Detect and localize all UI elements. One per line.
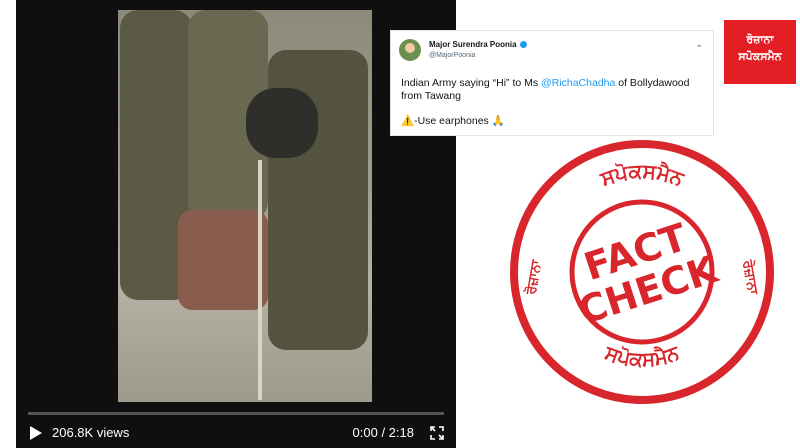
tweet-text: Indian Army saying “Hi” to Ms @RichaChad… xyxy=(401,77,713,128)
warning-icon: ⚠️ xyxy=(401,115,415,127)
pray-icon: 🙏 xyxy=(491,115,505,127)
fullscreen-icon[interactable] xyxy=(430,426,444,445)
logo-line-1: ਰੋਜ਼ਾਨਾ xyxy=(746,34,774,46)
progress-bar[interactable] xyxy=(28,412,444,415)
person-on-ground xyxy=(178,210,268,310)
helmet xyxy=(246,88,318,158)
video-frame[interactable] xyxy=(118,10,372,402)
tweet-author-handle[interactable]: @MajorPoonia xyxy=(429,52,475,59)
verified-badge-icon xyxy=(519,41,527,49)
play-icon[interactable] xyxy=(30,426,42,445)
avatar[interactable] xyxy=(399,39,421,61)
tweet-mention-link[interactable]: @RichaChadha xyxy=(541,77,615,89)
stamp-right-text: ਰੋਜ਼ਾਨਾ xyxy=(739,258,762,297)
fact-check-stamp: ਸਪੋਕਸਮੈਨ ਸਪੋਕਸਮੈਨ ਰੋਜ਼ਾਨਾ ਰੋਜ਼ਾਨਾ FACT C… xyxy=(510,140,774,404)
logo-line-2: ਸਪੋਕਸਮੈਨ xyxy=(738,51,782,63)
rozana-spokesman-logo: ਰੋਜ਼ਾਨਾ ਸਪੋਕਸਮੈਨ xyxy=(724,20,796,84)
tweet-card: Major Surendra Poonia @MajorPoonia ⌄ Ind… xyxy=(390,30,714,136)
tweet-warning-line: ⚠️-Use earphones 🙏 xyxy=(401,115,713,128)
stamp-top-text: ਸਪੋਕਸਮੈਨ xyxy=(596,159,688,191)
stick xyxy=(258,160,262,400)
tweet-text-before: Indian Army saying “Hi” to Ms xyxy=(401,77,542,89)
view-count: 206.8K views xyxy=(52,425,130,440)
more-options-icon[interactable]: ⌄ xyxy=(695,39,703,50)
tweet-author-row[interactable]: Major Surendra Poonia xyxy=(429,40,527,49)
stamp-left-text: ਰੋਜ਼ਾਨਾ xyxy=(522,258,545,297)
tweet-warning-text: -Use earphones xyxy=(414,115,489,127)
tweet-author-name[interactable]: Major Surendra Poonia xyxy=(429,40,517,49)
video-controls: 206.8K views 0:00 / 2:18 xyxy=(16,408,456,448)
time-display: 0:00 / 2:18 xyxy=(352,425,414,440)
